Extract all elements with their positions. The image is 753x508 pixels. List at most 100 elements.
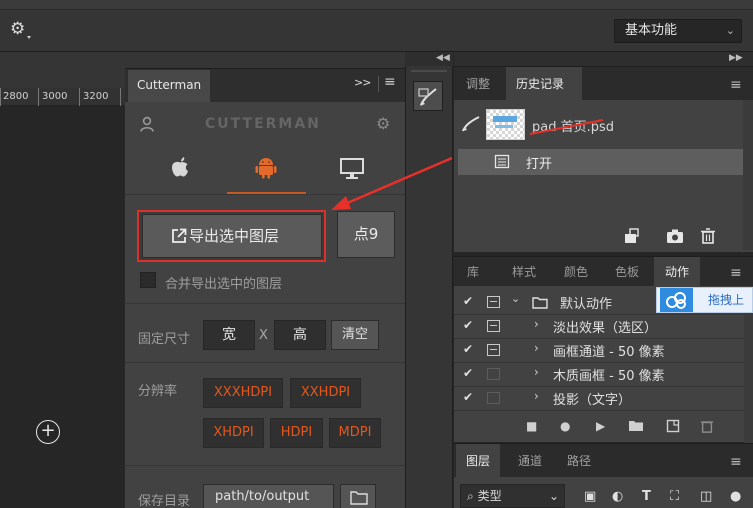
adjustment-layer-filter-icon[interactable]: ◐: [612, 489, 623, 504]
dialog-toggle-icon[interactable]: [487, 296, 500, 308]
chevron-right-icon[interactable]: ›: [534, 317, 539, 331]
trash-icon[interactable]: [700, 419, 714, 436]
layer-filter-select[interactable]: ⌕ 类型 ⌄: [460, 484, 565, 508]
merge-export-label: 合并导出选中的图层: [165, 277, 283, 292]
smart-object-filter-icon[interactable]: ◫: [700, 489, 712, 504]
ruler-tick-label: 3000: [42, 91, 68, 102]
divider: [125, 465, 405, 466]
panel-brush-icon[interactable]: [413, 81, 443, 111]
divider: [125, 303, 405, 304]
dialog-toggle-icon[interactable]: [487, 344, 500, 356]
action-label: 默认动作: [560, 297, 613, 312]
panel-menu-icon[interactable]: ≡: [730, 455, 742, 469]
folder-icon[interactable]: [340, 484, 376, 508]
document-canvas[interactable]: [0, 107, 125, 508]
settings-gear-icon[interactable]: ⚙: [376, 114, 390, 133]
chevron-down-icon[interactable]: ⌄: [511, 292, 520, 305]
user-icon[interactable]: [140, 116, 154, 132]
add-artboard-icon[interactable]: +: [36, 420, 60, 444]
collapse-chevron-icon[interactable]: ◀◀: [436, 53, 450, 63]
dialog-toggle-icon[interactable]: [487, 320, 500, 332]
check-icon[interactable]: ✔: [463, 294, 473, 308]
tool-preset-gear-icon[interactable]: ⚙: [10, 19, 25, 39]
record-icon[interactable]: ●: [560, 419, 570, 433]
new-document-from-state-icon[interactable]: [624, 228, 642, 248]
collapse-chevron-icon[interactable]: ▶▶: [729, 53, 743, 63]
canvas-tab-area: [0, 52, 125, 88]
check-icon[interactable]: ✔: [463, 318, 473, 332]
resolution-xxxhdpi-button[interactable]: XXXHDPI: [203, 378, 283, 408]
panel-menu-icon[interactable]: ≡: [730, 78, 742, 92]
chevron-down-icon: ⌄: [548, 489, 559, 503]
action-row[interactable]: ✔ › 投影（文字）: [454, 387, 744, 411]
pixel-layer-filter-icon[interactable]: ▣: [584, 489, 596, 504]
platform-desktop-icon[interactable]: [322, 155, 382, 189]
tab-adjustments[interactable]: 调整: [456, 67, 500, 101]
nine-patch-button[interactable]: 点9: [337, 211, 395, 258]
actions-tab-bar: 库 样式 颜色 色板 动作 ≡: [454, 256, 753, 287]
expand-panel-button[interactable]: >>: [354, 76, 371, 89]
action-label: 画框通道 - 50 像素: [553, 345, 665, 360]
check-icon[interactable]: ✔: [463, 342, 473, 356]
width-input[interactable]: 宽: [203, 320, 255, 350]
platform-ios-apple-icon[interactable]: [150, 155, 210, 189]
chevron-right-icon[interactable]: ›: [534, 341, 539, 355]
height-input[interactable]: 高: [274, 320, 326, 350]
chevron-right-icon[interactable]: ›: [534, 365, 539, 379]
tab-actions[interactable]: 动作: [654, 257, 700, 287]
size-separator-label: X: [259, 328, 268, 343]
type-layer-filter-icon[interactable]: T: [642, 489, 651, 504]
save-directory-label: 保存目录: [138, 494, 191, 508]
check-icon[interactable]: ✔: [463, 390, 473, 404]
resolution-xxhdpi-button[interactable]: XXHDPI: [290, 378, 361, 408]
tab-paths[interactable]: 路径: [557, 444, 601, 478]
actions-toolbar: ■ ● ▶: [520, 419, 750, 435]
shape-layer-filter-icon[interactable]: ⛶: [670, 489, 679, 504]
tab-libraries[interactable]: 库: [454, 257, 492, 287]
save-path-input[interactable]: path/to/output: [203, 484, 334, 508]
tab-cutterman[interactable]: Cutterman: [128, 70, 210, 102]
drag-grip[interactable]: [411, 70, 447, 72]
tab-history[interactable]: 历史记录: [506, 67, 582, 101]
tab-channels[interactable]: 通道: [508, 444, 552, 478]
chevron-down-icon: [27, 36, 31, 39]
tab-swatches[interactable]: 色板: [606, 257, 648, 287]
external-link-icon: [171, 228, 187, 244]
cloud-logo-icon: [660, 288, 693, 312]
resolution-hdpi-button[interactable]: HDPI: [270, 418, 323, 448]
workspace-select[interactable]: 基本功能 ⌄: [614, 19, 742, 43]
stop-icon[interactable]: ■: [526, 419, 537, 433]
action-row[interactable]: ✔ › 木质画框 - 50 像素: [454, 363, 744, 387]
check-icon[interactable]: ✔: [463, 366, 473, 380]
history-tab-bar: 调整 历史记录 ≡: [454, 66, 753, 101]
filter-toggle-icon[interactable]: ●: [730, 489, 741, 504]
tab-styles[interactable]: 样式: [504, 257, 544, 287]
history-step-label: 打开: [526, 157, 553, 172]
merge-export-checkbox[interactable]: [140, 272, 156, 288]
dialog-toggle-icon[interactable]: [487, 392, 500, 404]
new-set-folder-icon[interactable]: [628, 419, 644, 435]
tab-colors[interactable]: 颜色: [556, 257, 596, 287]
snapshot-name[interactable]: pad 首页.psd: [532, 116, 614, 135]
history-source-brush-icon[interactable]: [461, 116, 481, 132]
panel-menu-icon[interactable]: ≡: [730, 266, 742, 280]
clear-size-button[interactable]: 清空: [331, 320, 379, 350]
snapshot-thumbnail[interactable]: [486, 109, 525, 140]
panel-menu-icon[interactable]: ≡: [384, 75, 396, 89]
play-icon[interactable]: ▶: [596, 419, 605, 433]
action-row[interactable]: ✔ › 淡出效果（选区）: [454, 315, 744, 339]
action-row[interactable]: ✔ › 画框通道 - 50 像素: [454, 339, 744, 363]
dialog-toggle-icon[interactable]: [487, 368, 500, 380]
platform-android-icon[interactable]: [236, 155, 296, 189]
resolution-xhdpi-button[interactable]: XHDPI: [203, 418, 264, 448]
new-action-icon[interactable]: [666, 419, 680, 436]
export-selected-layers-button[interactable]: 导出选中图层: [142, 214, 322, 258]
camera-snapshot-icon[interactable]: [666, 228, 684, 248]
history-scrollbar[interactable]: [743, 100, 753, 250]
chevron-right-icon[interactable]: ›: [534, 389, 539, 403]
tab-layers[interactable]: 图层: [456, 444, 501, 478]
trash-icon[interactable]: [700, 228, 716, 248]
chevron-down-icon: ⌄: [725, 24, 735, 37]
document-icon: [494, 154, 510, 169]
resolution-mdpi-button[interactable]: MDPI: [329, 418, 381, 448]
